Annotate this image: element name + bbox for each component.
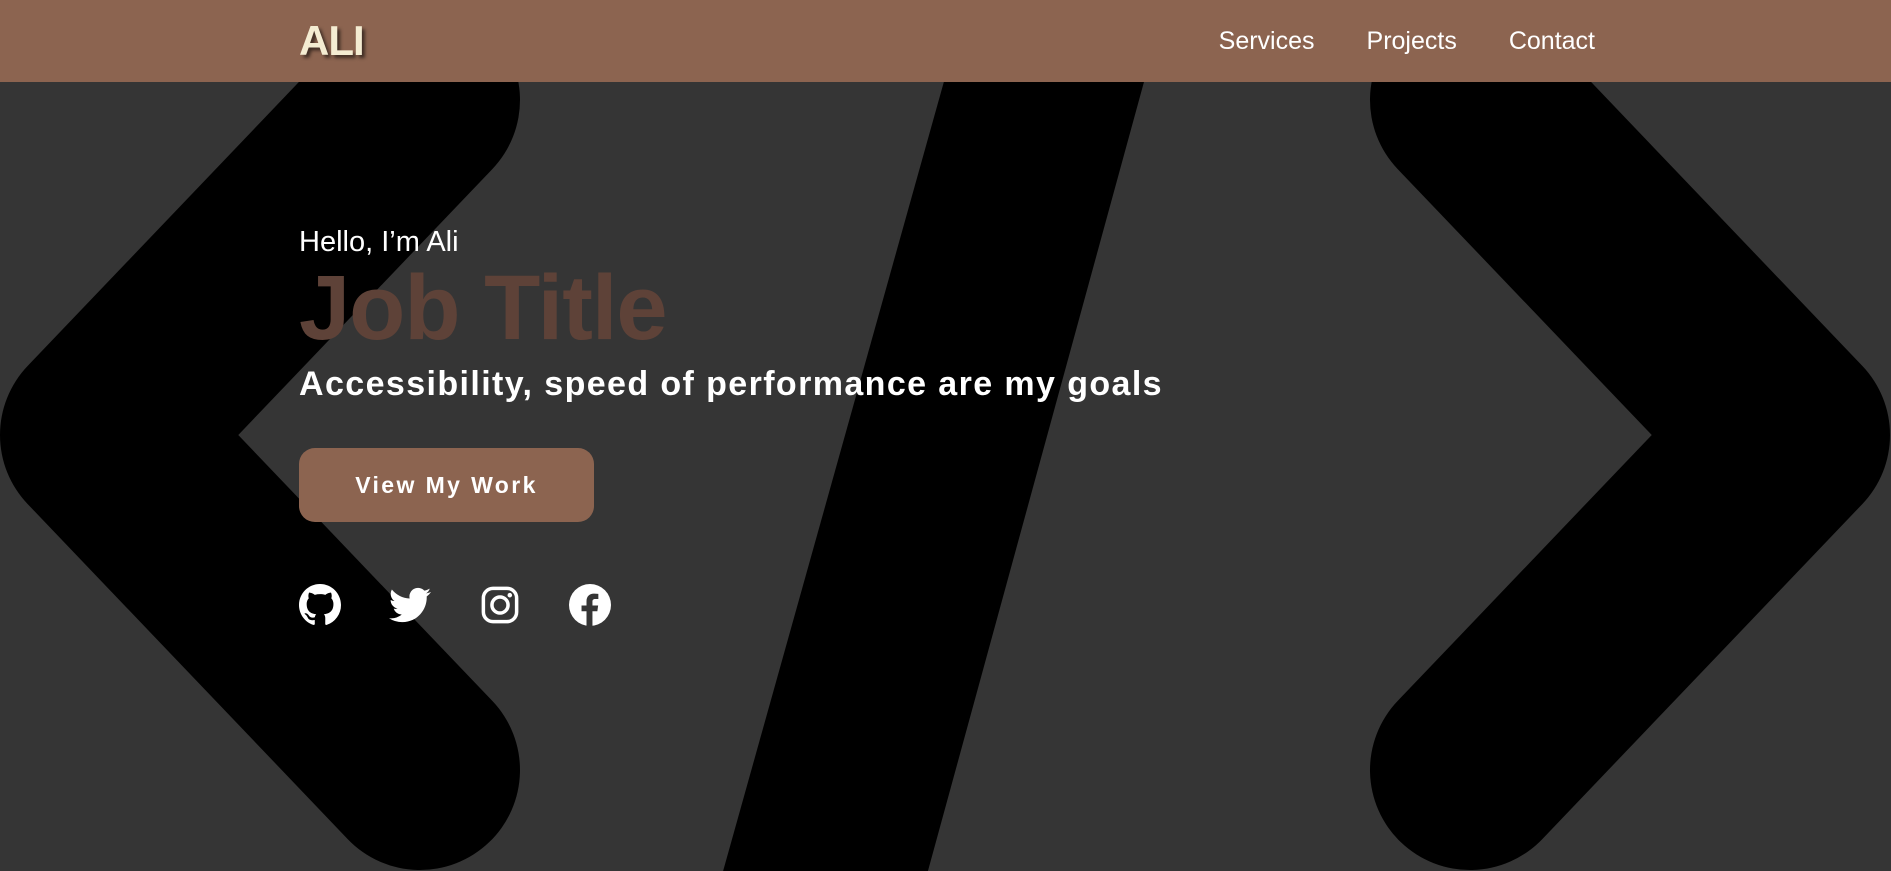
twitter-icon: [389, 587, 431, 623]
github-link[interactable]: [299, 584, 341, 626]
main-nav: Services Projects Contact: [1219, 24, 1595, 58]
github-icon: [299, 584, 341, 625]
nav-link-contact[interactable]: Contact: [1509, 24, 1595, 58]
site-logo[interactable]: ALI: [299, 16, 365, 66]
hero-greeting: Hello, I’m Ali: [299, 226, 459, 258]
instagram-link[interactable]: [479, 584, 521, 626]
hero-job-title: Job Title: [299, 257, 668, 359]
hero-section: Hello, I’m Ali Job Title Accessibility, …: [299, 224, 1163, 626]
view-my-work-button[interactable]: View My Work: [299, 448, 594, 522]
instagram-icon: [481, 586, 519, 624]
right-angle-bracket: [1370, 0, 1890, 870]
twitter-link[interactable]: [389, 584, 431, 626]
facebook-icon: [569, 584, 611, 626]
page: ALI Services Projects Contact Hello, I’m…: [0, 0, 1891, 871]
facebook-link[interactable]: [569, 584, 611, 626]
nav-link-services[interactable]: Services: [1219, 24, 1315, 58]
hero-tagline: Accessibility, speed of performance are …: [299, 365, 1163, 403]
nav-link-projects[interactable]: Projects: [1367, 24, 1457, 58]
site-header: ALI Services Projects Contact: [0, 0, 1891, 82]
social-links: [299, 584, 1163, 626]
